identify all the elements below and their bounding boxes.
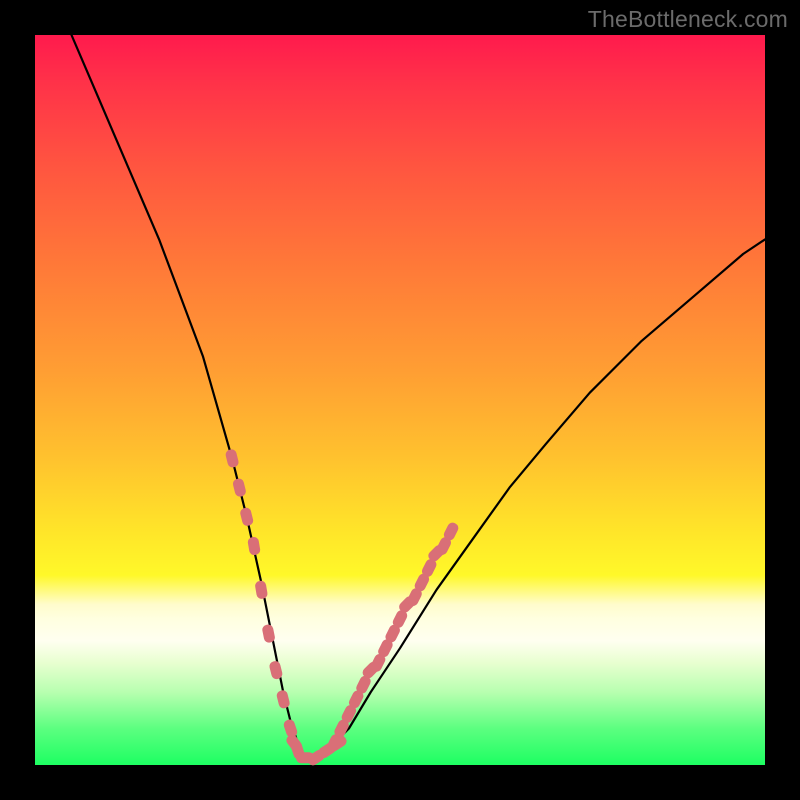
curve-marker (232, 478, 247, 498)
curve-marker (276, 689, 291, 709)
plot-area (35, 35, 765, 765)
curve-marker (254, 580, 268, 600)
watermark-text: TheBottleneck.com (588, 6, 788, 33)
curve-marker (261, 624, 275, 644)
curve-marker (225, 448, 240, 468)
bottleneck-curve (72, 35, 766, 758)
chart-frame: TheBottleneck.com (0, 0, 800, 800)
curve-marker (239, 507, 254, 527)
curve-marker (247, 536, 261, 556)
chart-svg (35, 35, 765, 765)
